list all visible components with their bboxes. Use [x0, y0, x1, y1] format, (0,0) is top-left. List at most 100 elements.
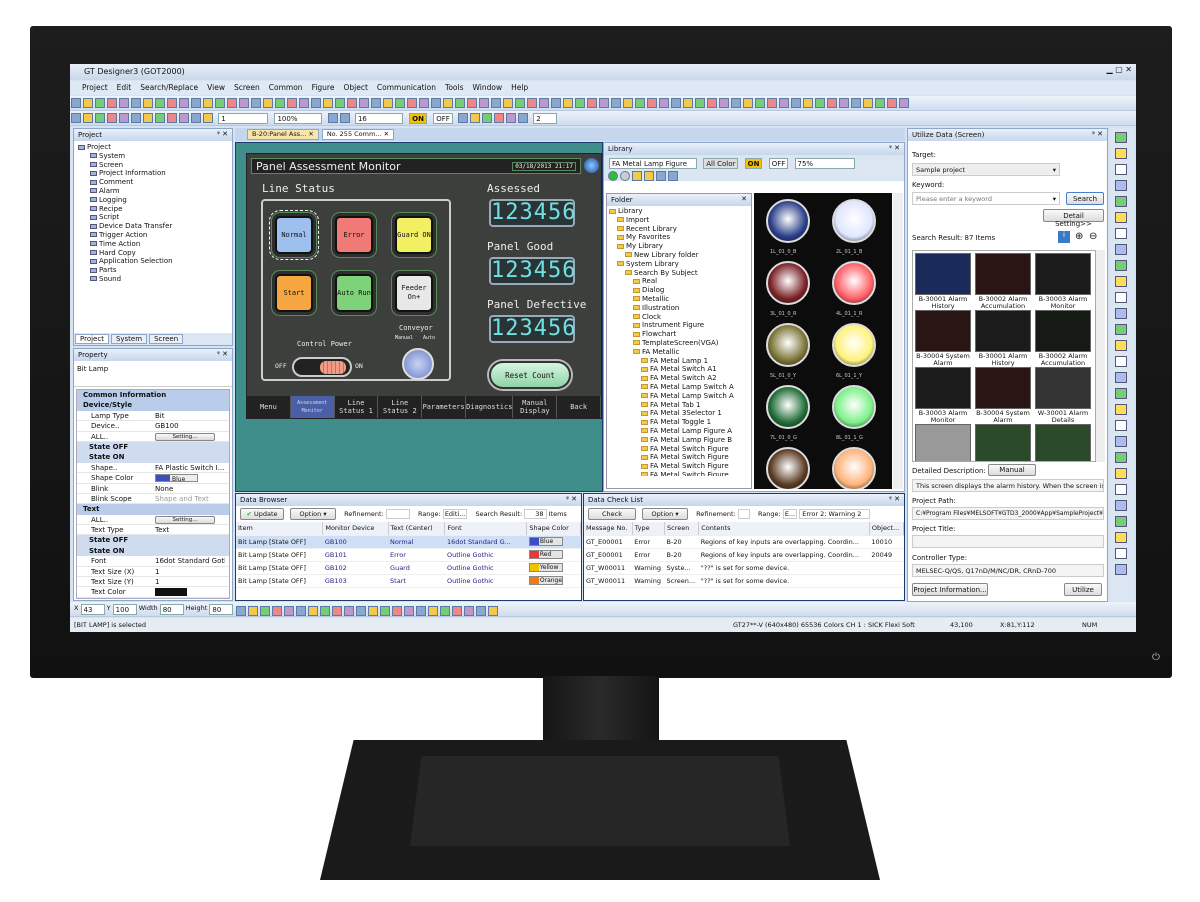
- zoom-select[interactable]: 100%: [274, 113, 323, 124]
- toolbar-icon[interactable]: [179, 113, 189, 123]
- table-row[interactable]: GT_W00011 Warning Screen... "??" is set for…: [584, 574, 904, 588]
- check-button[interactable]: Check: [588, 508, 636, 520]
- column-header[interactable]: Font: [444, 522, 528, 536]
- toolbar-icon[interactable]: [455, 98, 465, 108]
- toolbar-icon[interactable]: [875, 98, 885, 108]
- got-nav-button[interactable]: Back: [557, 396, 602, 418]
- forward-icon[interactable]: [620, 171, 630, 181]
- toolbar-icon[interactable]: [503, 98, 513, 108]
- library-tree-item[interactable]: FA Metal Lamp Switch A: [609, 392, 749, 401]
- y-input[interactable]: 100: [112, 604, 137, 615]
- library-tree-item[interactable]: FA Metal Switch A2: [609, 374, 749, 383]
- column-header[interactable]: Type: [632, 522, 666, 536]
- tree-item[interactable]: Hard Copy: [78, 249, 228, 258]
- figure-tool-icon[interactable]: [1115, 212, 1127, 223]
- toolbar-icon[interactable]: [635, 98, 645, 108]
- tab-system[interactable]: System: [110, 334, 148, 344]
- figure-tool-icon[interactable]: [1115, 452, 1127, 463]
- toolbar-icon[interactable]: [248, 606, 259, 616]
- toolbar-icon[interactable]: [83, 98, 93, 108]
- toolbar-icon[interactable]: [320, 606, 331, 616]
- folder-icon[interactable]: [632, 171, 642, 181]
- menu-searchreplace[interactable]: Search/Replace: [140, 83, 198, 95]
- toolbar-icon[interactable]: [143, 98, 153, 108]
- toolbar-icon[interactable]: [296, 606, 307, 616]
- template-thumbnail[interactable]: [915, 424, 971, 461]
- property-row[interactable]: Shape Color Blue: [77, 473, 229, 484]
- library-tree-item[interactable]: FA Metallic: [609, 348, 749, 357]
- column-header[interactable]: Screen: [664, 522, 700, 536]
- toolbar-icon[interactable]: [695, 98, 705, 108]
- toolbar-icon[interactable]: [380, 606, 391, 616]
- toolbar-icon[interactable]: [539, 98, 549, 108]
- got-lamp-button-start[interactable]: Start: [275, 274, 313, 312]
- property-subgroup[interactable]: State ON: [77, 545, 229, 557]
- property-group[interactable]: Device/Style: [77, 400, 229, 411]
- toolbar-icon[interactable]: [95, 98, 105, 108]
- library-tree-item[interactable]: Import: [609, 216, 749, 225]
- property-row[interactable]: Font 16dot Standard Gothic: [77, 556, 229, 567]
- got-nav-button[interactable]: Line Status 2: [378, 396, 423, 418]
- zoom-out-icon[interactable]: [339, 113, 350, 123]
- library-tree-item[interactable]: Clock: [609, 313, 749, 322]
- toolbar-icon[interactable]: [215, 98, 225, 108]
- zoom-in-icon[interactable]: [327, 113, 338, 123]
- layer-select[interactable]: 2: [533, 113, 558, 124]
- table-row[interactable]: GT_E00001 Error B-20 Regions of key inputs …: [584, 548, 904, 562]
- toolbar-icon[interactable]: [779, 98, 789, 108]
- library-tree-item[interactable]: Recent Library: [609, 225, 749, 234]
- table-row[interactable]: GT_E00001 Error B-20 Regions of key inputs …: [584, 535, 904, 549]
- figure-tool-icon[interactable]: [1115, 324, 1127, 335]
- thumbnail-scrollbar[interactable]: [1096, 250, 1105, 462]
- property-value[interactable]: 1: [155, 577, 225, 586]
- globe-icon[interactable]: [584, 158, 599, 173]
- toolbar-icon[interactable]: [155, 98, 165, 108]
- toolbar-icon[interactable]: [260, 606, 271, 616]
- tree-item[interactable]: Time Action: [78, 240, 228, 249]
- toolbar-icon[interactable]: [479, 98, 489, 108]
- toolbar-icon[interactable]: [284, 606, 295, 616]
- property-value[interactable]: Shape and Text: [155, 494, 225, 503]
- toolbar-icon[interactable]: [107, 113, 117, 123]
- toolbar-icon[interactable]: [443, 98, 453, 108]
- tree-item[interactable]: Screen: [78, 161, 228, 170]
- figure-tool-icon[interactable]: [1115, 468, 1127, 479]
- toolbar-icon[interactable]: [203, 113, 213, 123]
- tree-item[interactable]: Sound: [78, 275, 228, 284]
- toolbar-icon[interactable]: [308, 606, 319, 616]
- toolbar-icon[interactable]: [470, 113, 481, 123]
- toolbar-icon[interactable]: [383, 98, 393, 108]
- refinement-input[interactable]: [385, 509, 410, 519]
- conveyor-selector-switch[interactable]: [402, 348, 434, 380]
- toolbar-icon[interactable]: [392, 606, 403, 616]
- library-tree-item[interactable]: Illustration: [609, 304, 749, 313]
- toolbar-icon[interactable]: [275, 98, 285, 108]
- pin-close-icons[interactable]: ᵠ ✕: [1092, 130, 1103, 138]
- toolbar-icon[interactable]: [179, 98, 189, 108]
- toolbar-icon[interactable]: [839, 98, 849, 108]
- control-power-toggle[interactable]: [292, 357, 352, 377]
- keyword-input[interactable]: Please enter a keyword ▾: [912, 192, 1060, 205]
- property-row[interactable]: Lamp Type Bit: [77, 411, 229, 422]
- toolbar-icon[interactable]: [251, 98, 261, 108]
- pin-close-icons[interactable]: ᵠ ✕: [217, 350, 228, 358]
- width-input[interactable]: 80: [159, 604, 184, 615]
- target-select[interactable]: Sample project ▾: [912, 163, 1060, 176]
- library-tree-item[interactable]: Instrument Figure: [609, 321, 749, 330]
- toolbar-icon[interactable]: [623, 98, 633, 108]
- toolbar-icon[interactable]: [803, 98, 813, 108]
- tree-item[interactable]: Project: [78, 143, 228, 152]
- toolbar-icon[interactable]: [272, 606, 283, 616]
- template-thumbnail[interactable]: [1035, 310, 1091, 352]
- table-row[interactable]: Bit Lamp [State OFF] GB103 Start Outline Go…: [236, 574, 581, 588]
- property-value[interactable]: Text: [155, 525, 225, 534]
- toolbar-icon[interactable]: [95, 113, 105, 123]
- tree-item[interactable]: Recipe: [78, 205, 228, 214]
- toolbar-icon[interactable]: [239, 98, 249, 108]
- toolbar-icon[interactable]: [767, 98, 777, 108]
- pin-close-icons[interactable]: ᵠ ✕: [889, 144, 900, 152]
- toolbar-icon[interactable]: [155, 113, 165, 123]
- figure-tool-icon[interactable]: [1115, 180, 1127, 191]
- toolbar-icon[interactable]: [488, 606, 499, 616]
- toolbar-icon[interactable]: [416, 606, 427, 616]
